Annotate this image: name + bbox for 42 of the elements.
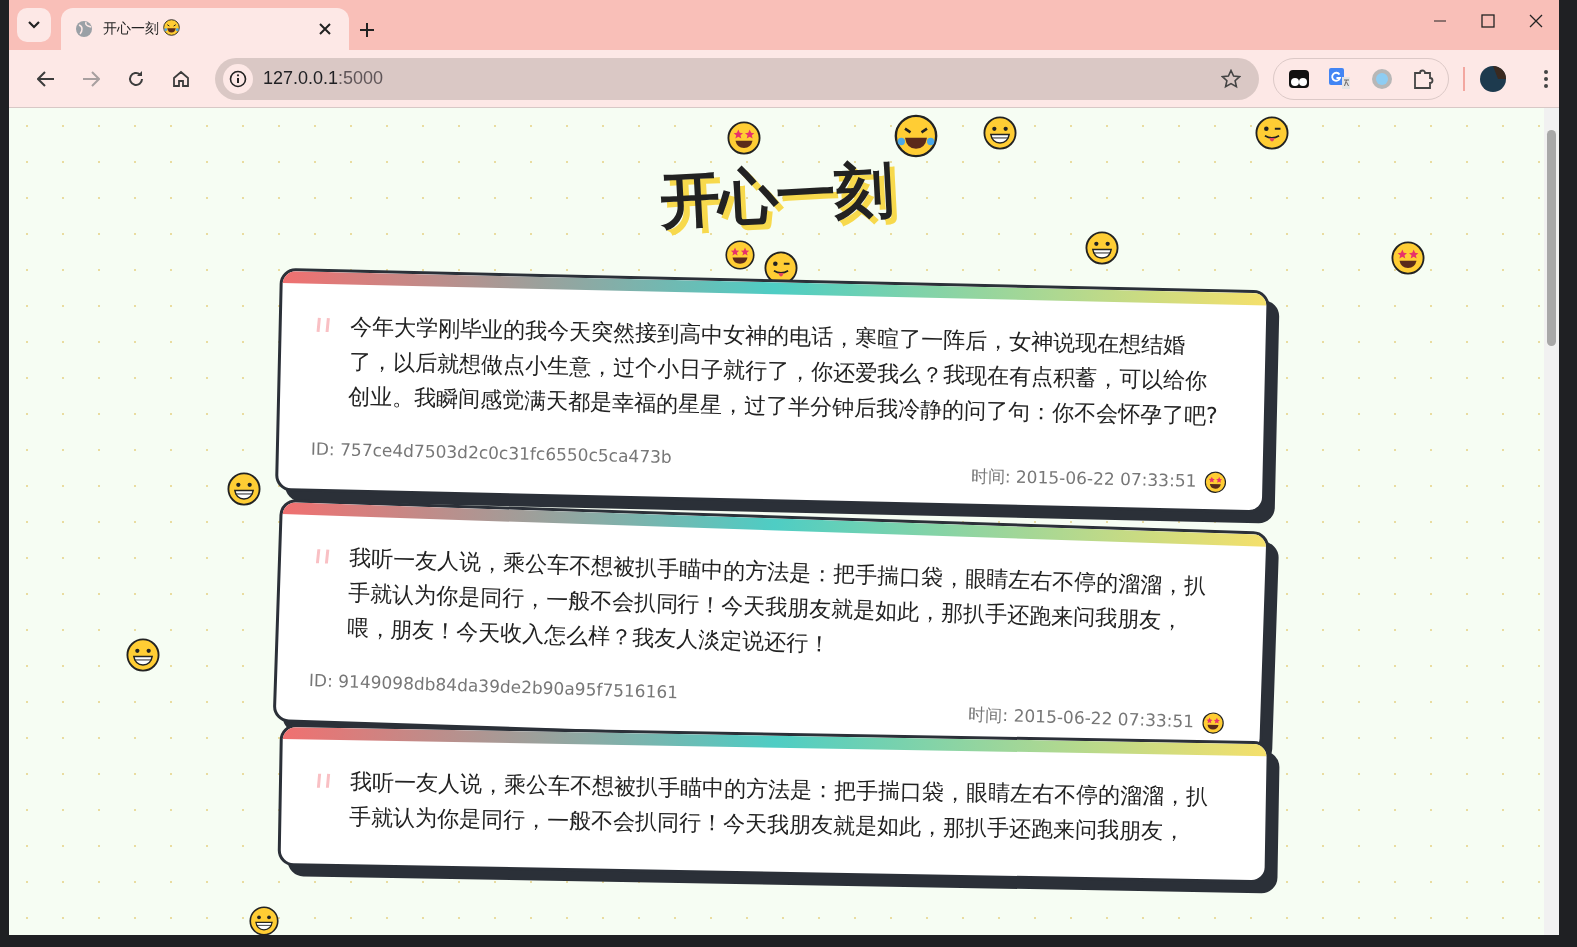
joke-text: 我听一友人说，乘公车不想被扒手瞄中的方法是：把手揣口袋，眼睛左右不停的溜溜，扒手就认为你是同行，一般不会扒同行！今天我朋友就是如此，那扒手还跑来问我朋友，喂，朋友！今天收入怎么样？我友人淡定说还行！ [346, 544, 1209, 659]
star-eyes-face-icon [727, 121, 761, 155]
more-menu-icon[interactable] [1543, 68, 1549, 89]
grinning-face-icon [983, 116, 1017, 150]
close-icon [1529, 14, 1543, 28]
browser-tab[interactable]: 开心一刻 [61, 8, 349, 50]
extension-icon[interactable] [1288, 67, 1310, 90]
joke-time: 时间: 2015-06-22 07:33:51 [968, 702, 1195, 734]
globe-icon [75, 20, 93, 38]
avatar-icon[interactable] [1479, 64, 1507, 93]
chevron-down-icon [28, 21, 40, 29]
star-eyes-face-icon [1204, 470, 1227, 493]
address-bar[interactable]: 127.0.0.1:5000 [215, 57, 1259, 100]
grinning-face-icon [126, 638, 160, 672]
grinning-face-icon [1085, 231, 1119, 265]
joke-id: ID: 757ce4d7503d2c0c31fc6550c5ca473b [310, 438, 672, 467]
laughing-face-icon [163, 19, 180, 36]
maximize-icon [1481, 14, 1495, 28]
star-icon[interactable] [1221, 68, 1241, 89]
joke-time: 时间: 2015-06-22 07:33:51 [970, 464, 1197, 493]
reload-icon [126, 69, 145, 88]
url-text: 127.0.0.1:5000 [263, 68, 385, 89]
new-tab-button[interactable] [359, 22, 375, 38]
tab-title: 开心一刻 [103, 20, 159, 38]
joke-text: 今年大学刚毕业的我今天突然接到高中女神的电话，寒暄了一阵后，女神说现在想结婚了，以后就想做点小生意，过个小日子就行了，你还爱我么？我现在有点积蓄，可以给你创业。我瞬间感觉满天都是幸福的星星，过了半分钟后我冷静的问了句：你不会怀孕了吧? [347, 312, 1219, 431]
star-eyes-face-icon [1201, 711, 1225, 734]
tab-list-button[interactable] [17, 8, 51, 42]
arrow-right-icon [81, 70, 100, 87]
tongue-face-icon [1255, 116, 1289, 150]
info-icon[interactable] [223, 63, 253, 94]
star-eyes-face-icon [1391, 241, 1425, 275]
joke-id: ID: 9149098db84da39de2b90a95f7516161 [308, 670, 679, 703]
translate-icon[interactable] [1328, 66, 1352, 91]
joke-text: 我听一友人说，乘公车不想被扒手瞄中的方法是：把手揣口袋，眼睛左右不停的溜溜，扒手就认为你是同行，一般不会扒同行！今天我朋友就是如此，那扒手还跑来问我朋友， [349, 768, 1210, 846]
page-title: 开心一刻 [658, 154, 894, 236]
star-eyes-face-icon [725, 240, 755, 270]
puzzle-piece-icon[interactable] [1412, 67, 1434, 90]
grinning-face-icon [227, 472, 261, 506]
plus-icon [359, 22, 375, 38]
laughing-face-icon [894, 114, 938, 158]
home-icon [171, 69, 190, 88]
arrow-left-icon [36, 70, 55, 87]
